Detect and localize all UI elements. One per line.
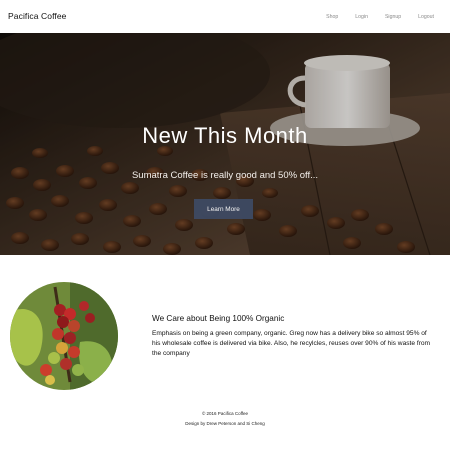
nav-logout[interactable]: Logout: [418, 14, 434, 20]
feature-body: Emphasis on being a green company, organ…: [152, 330, 431, 358]
site-header: Pacifica Coffee Shop Login Signup Logout: [0, 0, 450, 33]
learn-more-button[interactable]: Learn More: [194, 199, 253, 219]
coffee-cherries-image: [10, 282, 118, 390]
nav-signup[interactable]: Signup: [385, 14, 401, 20]
nav-shop[interactable]: Shop: [326, 14, 338, 20]
main-nav: Shop Login Signup Logout: [309, 14, 434, 20]
footer-credits: Design by Drew Peterson and Si Cheng: [185, 421, 265, 426]
brand-logo-text[interactable]: Pacifica Coffee: [8, 11, 67, 21]
hero-title: New This Month: [142, 123, 308, 148]
nav-login[interactable]: Login: [355, 14, 368, 20]
hero-subtitle: Sumatra Coffee is really good and 50% of…: [131, 170, 319, 181]
page: Pacifica Coffee Shop Login Signup Logout: [0, 0, 450, 450]
feature-title: We Care about Being 100% Organic: [152, 314, 285, 323]
hero-banner: New This Month Sumatra Coffee is really …: [0, 33, 450, 255]
footer-copyright: © 2016 Pacifica Coffee: [201, 411, 248, 416]
